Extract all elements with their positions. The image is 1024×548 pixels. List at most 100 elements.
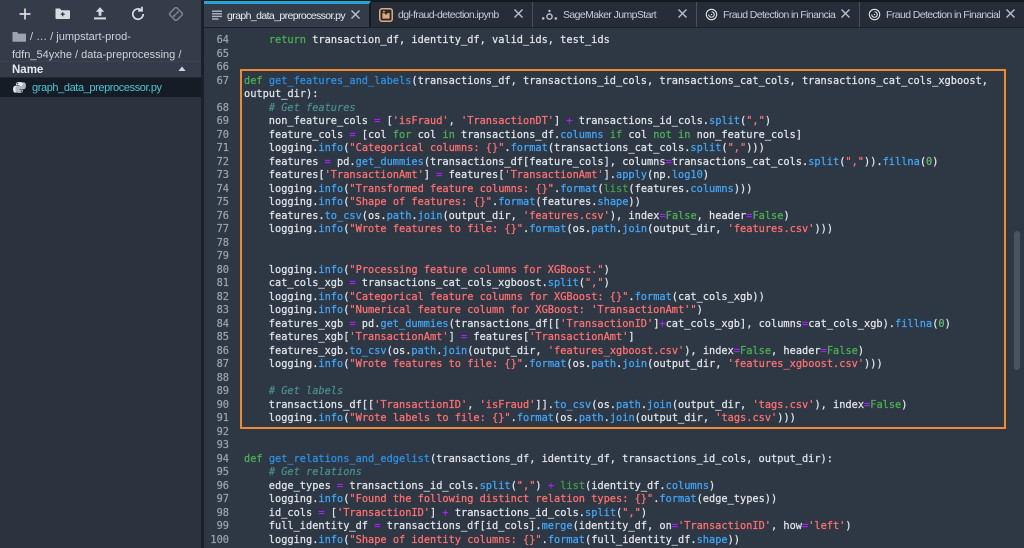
code-line[interactable]: features_xgb['TransactionAmt'] = feature… [244, 331, 1024, 345]
code-line[interactable]: feature_cols = [col for col in transacti… [244, 129, 1024, 143]
code-token: split [808, 156, 839, 168]
editor-scrollbar-thumb[interactable] [1014, 231, 1020, 370]
code-token: [ [325, 507, 337, 519]
tab-close-button[interactable] [675, 7, 689, 23]
code-token: (transactions_cat_cols. [548, 142, 691, 154]
code-token: logging. [244, 412, 318, 424]
code-token: "," [517, 480, 536, 492]
tab-close-button[interactable] [511, 7, 525, 23]
code-line[interactable]: logging.info("Wrote features to file: {}… [244, 358, 1024, 372]
new-launcher-button[interactable] [13, 2, 37, 26]
code-line[interactable]: return transaction_df, identity_df, vali… [244, 34, 1024, 48]
file-list-header[interactable]: Name [0, 61, 201, 78]
code-token: transactions_df[id_cols]. [380, 520, 541, 532]
code-line[interactable] [244, 48, 1024, 62]
line-number: 73 [204, 169, 237, 183]
code-line[interactable]: logging.info("Wrote features to file: {}… [244, 223, 1024, 237]
refresh-button[interactable] [126, 2, 150, 26]
tab-dgl-fraud-detection-ipynb[interactable]: dgl-fraud-detection.ipynb [371, 2, 533, 27]
code-line[interactable]: output_dir): [244, 88, 1024, 102]
code-line[interactable]: cat_cols_xgb = transactions_cat_cols_xgb… [244, 277, 1024, 291]
tab-sagemaker-jumpstart[interactable]: SageMaker JumpStart [533, 2, 697, 27]
code-token: 'isFraud' [480, 399, 536, 411]
code-token: ) [604, 264, 610, 276]
code-line[interactable] [244, 237, 1024, 251]
code-token: non_feature_cols [244, 115, 374, 127]
code-token: False [870, 399, 901, 411]
code-token [244, 34, 269, 46]
code-line[interactable]: non_feature_cols = ['isFraud', 'Transact… [244, 115, 1024, 129]
code-line[interactable] [244, 372, 1024, 386]
code-line[interactable] [244, 61, 1024, 75]
line-number: 66 [204, 61, 237, 75]
code-line[interactable] [244, 439, 1024, 453]
breadcrumb-path[interactable]: / … / jumpstart-prod-fdfn_54yxhe / data-… [12, 31, 181, 61]
code-token: "," [746, 115, 765, 127]
upload-button[interactable] [88, 2, 112, 26]
code-token: info [318, 412, 343, 424]
sort-ascending-icon[interactable] [177, 61, 187, 79]
code-token: (os. [554, 412, 579, 424]
code-token: logging. [244, 493, 318, 505]
code-line[interactable]: logging.info("Processing feature columns… [244, 264, 1024, 278]
code-token: ]. [604, 169, 616, 181]
code-line[interactable]: # Get features [244, 102, 1024, 116]
code-token: )) [628, 196, 640, 208]
code-token: format [529, 223, 566, 235]
code-line[interactable]: def get_relations_and_edgelist(transacti… [244, 453, 1024, 467]
code-token: col [622, 129, 653, 141]
tab-fraud-detection-in-financial[interactable]: Fraud Detection in Financial [697, 2, 860, 27]
code-line[interactable]: logging.info("Transformed feature column… [244, 183, 1024, 197]
file-item[interactable]: graph_data_preprocessor.py [0, 78, 201, 97]
new-folder-button[interactable] [51, 2, 75, 26]
code-line[interactable]: id_cols = ['TransactionID'] + transactio… [244, 507, 1024, 521]
code-content[interactable]: return transaction_df, identity_df, vali… [237, 34, 1024, 547]
code-line[interactable]: features['TransactionAmt'] = features['T… [244, 169, 1024, 183]
tab-close-button[interactable] [1003, 7, 1017, 23]
code-token: 'TransactionAmt' [349, 331, 448, 343]
code-token: in [678, 129, 690, 141]
code-token: info [318, 264, 343, 276]
code-token: ) [641, 507, 647, 519]
code-token: logging. [244, 183, 318, 195]
code-line[interactable]: logging.info("Wrote labels to file: {}".… [244, 412, 1024, 426]
code-line[interactable]: features_xgb = pd.get_dummies(transactio… [244, 318, 1024, 332]
code-token: format [498, 196, 535, 208]
tab-graph-data-preprocessor-py[interactable]: graph_data_preprocessor.py [204, 1, 371, 27]
code-line[interactable]: logging.info("Found the following distin… [244, 493, 1024, 507]
tab-fraud-detection-in-financial[interactable]: Fraud Detection in Financial [860, 2, 1024, 27]
code-token: ) [901, 399, 907, 411]
code-line[interactable]: transactions_df[['TransactionID', 'isFra… [244, 399, 1024, 413]
code-token: col [411, 129, 442, 141]
code-editor[interactable]: 6465666768697071727374757677787980818283… [204, 28, 1024, 548]
code-line[interactable]: # Get relations [244, 466, 1024, 480]
tab-close-button[interactable] [348, 8, 362, 24]
code-line[interactable]: features.to_csv(os.path.join(output_dir,… [244, 210, 1024, 224]
code-line[interactable]: features_xgb.to_csv(os.path.join(output_… [244, 345, 1024, 359]
code-token: get_relations_and_edgelist [269, 453, 430, 465]
code-line[interactable]: full_identity_df = transactions_df[id_co… [244, 520, 1024, 534]
code-line[interactable]: logging.info("Shape of identity columns:… [244, 534, 1024, 548]
code-line[interactable]: edge_types = transactions_id_cols.split(… [244, 480, 1024, 494]
code-token: ) [703, 169, 709, 181]
tab-close-button[interactable] [838, 7, 852, 23]
code-line[interactable]: # Get labels [244, 385, 1024, 399]
line-number: 95 [204, 466, 237, 480]
code-token: "Shape of identity columns: {}" [349, 534, 541, 546]
code-line[interactable] [244, 426, 1024, 440]
line-number: 86 [204, 345, 237, 359]
code-line[interactable]: logging.info("Shape of features: {}".for… [244, 196, 1024, 210]
code-token: 'TransactionID' [337, 507, 430, 519]
code-line[interactable]: features = pd.get_dummies(transactions_d… [244, 156, 1024, 170]
code-line[interactable]: logging.info("Numerical feature column f… [244, 304, 1024, 318]
name-column-header[interactable]: Name [12, 64, 177, 76]
code-line[interactable]: logging.info("Categorical feature column… [244, 291, 1024, 305]
code-line[interactable] [244, 250, 1024, 264]
code-line[interactable]: def get_features_and_labels(transactions… [244, 75, 1024, 89]
git-clone-button[interactable] [164, 2, 188, 26]
breadcrumb[interactable]: / … / jumpstart-prod-fdfn_54yxhe / data-… [0, 27, 201, 61]
code-token: path [579, 412, 604, 424]
code-token: ]]. [535, 399, 554, 411]
code-line[interactable]: logging.info("Categorical columns: {}".f… [244, 142, 1024, 156]
line-number: 79 [204, 250, 237, 264]
